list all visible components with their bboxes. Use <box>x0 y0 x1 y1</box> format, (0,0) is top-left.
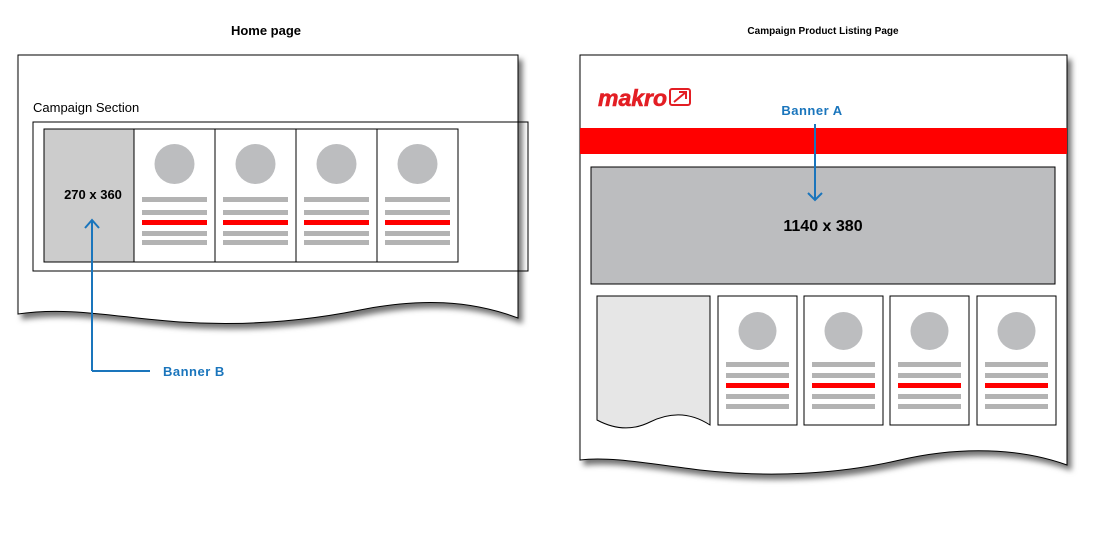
text-line <box>142 231 207 236</box>
product-card <box>976 295 1057 426</box>
wireframe-diagram: Home page Campaign Section 270 x 360 Ban… <box>17 23 1068 475</box>
text-line <box>304 210 369 215</box>
price-line <box>304 220 369 225</box>
text-line <box>898 404 961 409</box>
text-line <box>223 197 288 202</box>
text-line <box>385 197 450 202</box>
product-image-placeholder <box>235 144 276 184</box>
text-line <box>812 373 875 378</box>
header-red-bar <box>580 128 1067 154</box>
text-line <box>812 394 875 399</box>
product-image-placeholder <box>316 144 357 184</box>
text-line <box>304 197 369 202</box>
text-line <box>142 197 207 202</box>
product-card <box>889 295 970 426</box>
banner-b-label: Banner B <box>163 364 225 379</box>
text-line <box>304 231 369 236</box>
product-image-placeholder <box>397 144 438 184</box>
text-line <box>898 373 961 378</box>
text-line <box>142 210 207 215</box>
product-image-placeholder <box>154 144 195 184</box>
text-line <box>985 394 1048 399</box>
product-image-placeholder <box>997 312 1036 350</box>
text-line <box>726 362 789 367</box>
product-image-placeholder <box>738 312 777 350</box>
product-card <box>803 295 884 426</box>
text-line <box>985 404 1048 409</box>
home-page-title: Home page <box>231 23 301 38</box>
side-panel <box>596 295 711 429</box>
text-line <box>385 231 450 236</box>
price-line <box>223 220 288 225</box>
text-line <box>223 240 288 245</box>
product-image-placeholder <box>910 312 949 350</box>
price-line <box>898 383 961 388</box>
product-image-placeholder <box>824 312 863 350</box>
text-line <box>385 240 450 245</box>
banner-a-size: 1140 x 380 <box>783 218 862 235</box>
home-product-cards <box>133 128 459 263</box>
text-line <box>898 394 961 399</box>
price-line <box>385 220 450 225</box>
price-line <box>142 220 207 225</box>
text-line <box>142 240 207 245</box>
campaign-page-title: Campaign Product Listing Page <box>747 26 899 37</box>
text-line <box>812 362 875 367</box>
product-card <box>717 295 798 426</box>
product-card <box>295 128 378 263</box>
text-line <box>812 404 875 409</box>
text-line <box>726 404 789 409</box>
text-line <box>223 231 288 236</box>
text-line <box>304 240 369 245</box>
banner-b-size: 270 x 360 <box>64 187 122 202</box>
banner-a-label: Banner A <box>781 103 842 118</box>
product-card <box>214 128 297 263</box>
product-card <box>133 128 216 263</box>
text-line <box>726 373 789 378</box>
campaign-section-label: Campaign Section <box>33 100 139 115</box>
product-card <box>376 128 459 263</box>
text-line <box>223 210 288 215</box>
svg-text:makro: makro <box>598 85 667 111</box>
text-line <box>985 362 1048 367</box>
text-line <box>898 362 961 367</box>
text-line <box>726 394 789 399</box>
text-line <box>985 373 1048 378</box>
price-line <box>726 383 789 388</box>
price-line <box>985 383 1048 388</box>
price-line <box>812 383 875 388</box>
text-line <box>385 210 450 215</box>
